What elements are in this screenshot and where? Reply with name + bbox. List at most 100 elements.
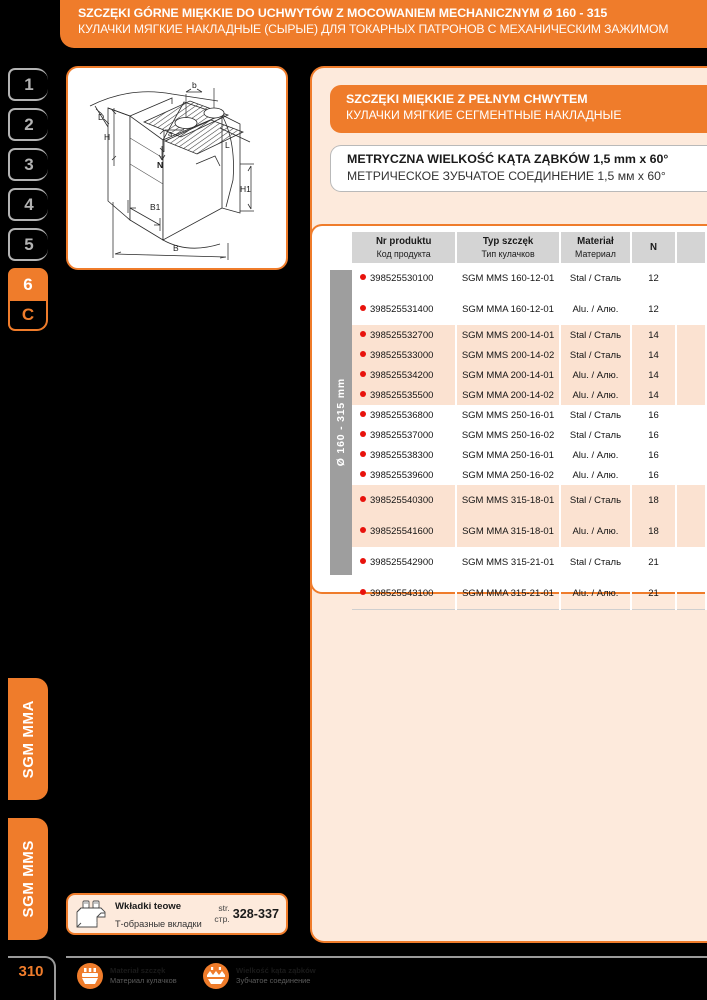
register-tab-c[interactable]: C: [8, 301, 48, 331]
table-row[interactable]: 398525538300 SGM MMA 250-16-01 Alu. / Ал…: [352, 445, 707, 465]
cell-n: 16: [631, 465, 677, 485]
table-row[interactable]: 398525533000 SGM MMS 200-14-02 Stal / Ст…: [352, 345, 707, 365]
cell-n: 16: [631, 445, 677, 465]
xref-title-ru: Т-образные вкладки: [115, 919, 202, 929]
availability-dot-icon: [360, 410, 366, 417]
dim-label-H: H: [104, 132, 110, 142]
col-type-ru: Тип кулачков: [481, 249, 535, 259]
table-row[interactable]: 398525530100 SGM MMS 160-12-01 Stal / Ст…: [352, 263, 707, 294]
cell-jaw-type: SGM MMS 315-18-01: [456, 485, 561, 516]
cell-material: Stal / Сталь: [559, 263, 633, 294]
legend-2-ru: Зубчатое соединение: [236, 976, 311, 985]
table-row[interactable]: 398525532700 SGM MMS 200-14-01 Stal / Ст…: [352, 325, 707, 345]
cell-product-code: 398525537000: [352, 425, 458, 445]
cell-product-code: 398525538300: [352, 445, 458, 465]
register-tab-5[interactable]: 5: [8, 228, 48, 261]
cell-jaw-type: SGM MMA 315-21-01: [456, 578, 561, 610]
serration-angle-icon: [202, 962, 230, 990]
table-row[interactable]: 398525531400 SGM MMA 160-12-01 Alu. / Ал…: [352, 294, 707, 325]
cell-n: 14: [631, 365, 677, 385]
register-tab-strip: 1 2 3 4 5 6 C: [8, 68, 54, 338]
legend-1-text: Materiał szczęk Материал кулачков: [110, 966, 177, 986]
cell-n: 12: [631, 294, 677, 325]
side-tab-sgm-mma[interactable]: SGM MMA: [8, 678, 48, 800]
column-header-n: N: [631, 232, 677, 263]
register-tab-2[interactable]: 2: [8, 108, 48, 141]
cell-truncated: [675, 465, 707, 485]
product-code-text: 398525534200: [370, 369, 434, 381]
cell-jaw-type: SGM MMS 315-21-01: [456, 547, 561, 578]
table-row[interactable]: 398525537000 SGM MMS 250-16-02 Stal / Ст…: [352, 425, 707, 445]
cell-material: Alu. / Алю.: [559, 294, 633, 325]
table-row[interactable]: 398525539600 SGM MMA 250-16-02 Alu. / Ал…: [352, 465, 707, 485]
table-row[interactable]: 398525534200 SGM MMA 200-14-01 Alu. / Ал…: [352, 365, 707, 385]
table-row[interactable]: 398525535500 SGM MMA 200-14-02 Alu. / Ал…: [352, 385, 707, 405]
availability-dot-icon: [360, 527, 366, 533]
cell-material: Stal / Сталь: [559, 325, 633, 345]
footer-divider: [66, 956, 707, 958]
sub-banner-title-pl: SZCZĘKI MIĘKKIE Z PEŁNYM CHWYTEM: [346, 92, 588, 106]
cross-reference-box[interactable]: Wkładki teowe Т-образные вкладки str. ст…: [66, 893, 288, 935]
cross-reference-text: Wkładki teowe Т-образные вкладки: [115, 896, 214, 932]
register-tab-3[interactable]: 3: [8, 148, 48, 181]
product-technical-drawing-panel: D H b a N L H1 B1 B: [66, 66, 288, 270]
cell-material: Stal / Сталь: [559, 405, 633, 425]
dim-label-B: B: [173, 243, 179, 253]
cell-jaw-type: SGM MMA 200-14-02: [456, 385, 561, 405]
cell-truncated: [675, 385, 707, 405]
legend-item-jaw-material: Materiał szczęk Материал кулачков: [76, 962, 177, 990]
product-code-text: 398525542900: [370, 557, 434, 568]
register-tab-6-active[interactable]: 6: [8, 268, 48, 301]
table-row[interactable]: 398525536800 SGM MMS 250-16-01 Stal / Ст…: [352, 405, 707, 425]
register-tab-4[interactable]: 4: [8, 188, 48, 221]
dim-label-N: N: [157, 160, 163, 170]
legend-1-ru: Материал кулачков: [110, 976, 177, 985]
availability-dot-icon: [360, 370, 366, 377]
dim-label-L: L: [225, 140, 230, 150]
tee-nut-insert-icon: [75, 899, 111, 929]
table-row[interactable]: 398525541600 SGM MMA 315-18-01 Alu. / Ал…: [352, 516, 707, 547]
cell-material: Stal / Сталь: [559, 485, 633, 516]
diameter-group-label-text: Ø 160 - 315 mm: [335, 378, 347, 467]
product-code-text: 398525535500: [370, 389, 434, 401]
availability-dot-icon: [360, 496, 366, 502]
cell-jaw-type: SGM MMA 250-16-02: [456, 465, 561, 485]
cell-truncated: [675, 485, 707, 516]
availability-dot-icon: [360, 470, 366, 477]
cell-product-code: 398525540300: [352, 485, 458, 516]
cell-truncated: [675, 445, 707, 465]
product-code-text: 398525538300: [370, 449, 434, 461]
product-family-banner: SZCZĘKI MIĘKKIE Z PEŁNYM CHWYTEM КУЛАЧКИ…: [330, 85, 707, 133]
xref-page-label-pl: str.: [218, 903, 230, 913]
table-row[interactable]: 398525543100 SGM MMA 315-21-01 Alu. / Ал…: [352, 578, 707, 610]
cell-jaw-type: SGM MMS 200-14-02: [456, 345, 561, 365]
header-title-pl: SZCZĘKI GÓRNE MIĘKKIE DO UCHWYTÓW Z MOCO…: [78, 6, 608, 20]
table-body: 398525530100 SGM MMS 160-12-01 Stal / Ст…: [352, 263, 707, 610]
page-header-banner: SZCZĘKI GÓRNE MIĘKKIE DO UCHWYTÓW Z MOCO…: [60, 0, 707, 48]
product-code-text: 398525540300: [370, 495, 434, 506]
register-tab-1[interactable]: 1: [8, 68, 48, 101]
xref-page-reference: str. стр. 328-337: [214, 903, 279, 925]
cell-n: 16: [631, 425, 677, 445]
product-code-text: 398525530100: [370, 273, 434, 284]
cell-n: 16: [631, 405, 677, 425]
cell-truncated: [675, 405, 707, 425]
cell-n: 18: [631, 516, 677, 547]
availability-dot-icon: [360, 430, 366, 437]
cell-jaw-type: SGM MMS 250-16-01: [456, 405, 561, 425]
cell-product-code: 398525536800: [352, 405, 458, 425]
cell-material: Alu. / Алю.: [559, 465, 633, 485]
table-row[interactable]: 398525540300 SGM MMS 315-18-01 Stal / Ст…: [352, 485, 707, 516]
cell-jaw-type: SGM MMS 160-12-01: [456, 263, 561, 294]
col-code-pl: Nr produktu: [375, 236, 432, 247]
product-code-text: 398525536800: [370, 409, 434, 421]
side-tab-sgm-mms[interactable]: SGM MMS: [8, 818, 48, 940]
table-header-row: Nr produktu Код продукта Typ szczęk Тип …: [352, 232, 707, 263]
jaw-isometric-drawing: D H b a N L H1 B1 B: [89, 80, 254, 260]
table-row[interactable]: 398525542900 SGM MMS 315-21-01 Stal / Ст…: [352, 547, 707, 578]
dim-label-b: b: [192, 80, 197, 90]
product-code-text: 398525539600: [370, 469, 434, 481]
cell-truncated: [675, 425, 707, 445]
cell-truncated: [675, 578, 707, 610]
cell-material: Alu. / Алю.: [559, 365, 633, 385]
